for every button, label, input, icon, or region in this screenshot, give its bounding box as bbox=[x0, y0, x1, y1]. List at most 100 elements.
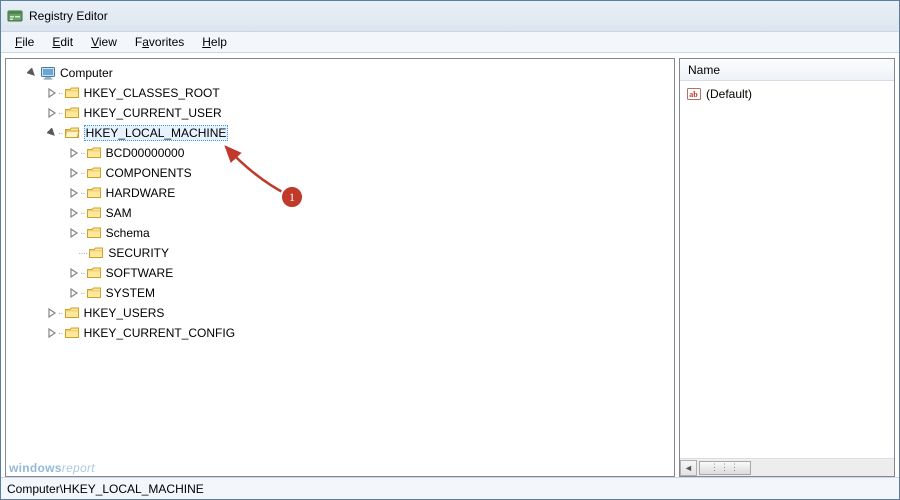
tree-label-schema: Schema bbox=[106, 226, 150, 240]
menu-edit-rest: dit bbox=[60, 35, 73, 49]
expander-collapsed-icon[interactable] bbox=[68, 167, 80, 179]
tree-label-sam: SAM bbox=[106, 206, 132, 220]
computer-icon bbox=[40, 65, 56, 81]
scroll-track[interactable]: ⋮⋮⋮ bbox=[697, 460, 894, 476]
tree-node-security[interactable]: ···· SECURITY bbox=[6, 243, 674, 263]
folder-icon bbox=[64, 305, 80, 321]
folder-icon bbox=[64, 325, 80, 341]
menubar: File Edit View Favorites Help bbox=[1, 31, 899, 53]
tree-label-hkcu: HKEY_CURRENT_USER bbox=[84, 106, 222, 120]
tree-node-system[interactable]: ·· SYSTEM bbox=[6, 283, 674, 303]
menu-view-rest: iew bbox=[99, 35, 117, 49]
menu-file[interactable]: File bbox=[7, 33, 42, 51]
tree-connector: ·· bbox=[80, 148, 85, 159]
menu-help-rest: elp bbox=[211, 35, 227, 49]
scroll-left-icon[interactable]: ◄ bbox=[680, 460, 697, 476]
folder-open-icon bbox=[64, 125, 80, 141]
expander-collapsed-icon[interactable] bbox=[68, 267, 80, 279]
tree-connector: ·· bbox=[80, 188, 85, 199]
tree-node-hkcc[interactable]: ·· HKEY_CURRENT_CONFIG bbox=[6, 323, 674, 343]
status-path: Computer\HKEY_LOCAL_MACHINE bbox=[7, 482, 204, 496]
expander-expanded-icon[interactable] bbox=[46, 127, 58, 139]
expander-expanded-icon[interactable] bbox=[26, 67, 38, 79]
tree-label-system: SYSTEM bbox=[106, 286, 155, 300]
tree-connector: ·· bbox=[58, 108, 63, 119]
folder-icon bbox=[86, 285, 102, 301]
values-header-name[interactable]: Name bbox=[680, 59, 894, 81]
folder-icon bbox=[86, 225, 102, 241]
tree-node-bcd[interactable]: ·· BCD00000000 bbox=[6, 143, 674, 163]
value-row-default[interactable]: ab (Default) bbox=[684, 85, 890, 103]
menu-favorites[interactable]: Favorites bbox=[127, 33, 192, 51]
tree-connector: ·· bbox=[80, 168, 85, 179]
regedit-icon bbox=[7, 8, 23, 24]
tree-node-components[interactable]: ·· COMPONENTS bbox=[6, 163, 674, 183]
tree-connector: ·· bbox=[80, 288, 85, 299]
registry-tree: Computer ·· HKEY_CLASSES_ROOT bbox=[6, 63, 674, 343]
tree-node-hklm[interactable]: ·· HKEY_LOCAL_MACHINE bbox=[6, 123, 674, 143]
expander-collapsed-icon[interactable] bbox=[46, 87, 58, 99]
tree-label-hku: HKEY_USERS bbox=[84, 306, 165, 320]
folder-icon bbox=[64, 105, 80, 121]
menu-file-rest: ile bbox=[22, 35, 34, 49]
expander-collapsed-icon[interactable] bbox=[46, 327, 58, 339]
tree-label-computer: Computer bbox=[60, 66, 113, 80]
window-title: Registry Editor bbox=[29, 9, 108, 23]
expander-collapsed-icon[interactable] bbox=[68, 207, 80, 219]
values-body[interactable]: ab (Default) bbox=[680, 81, 894, 458]
svg-text:ab: ab bbox=[689, 90, 698, 99]
menu-help[interactable]: Help bbox=[194, 33, 235, 51]
tree-node-hkcr[interactable]: ·· HKEY_CLASSES_ROOT bbox=[6, 83, 674, 103]
tree-connector: ···· bbox=[78, 248, 87, 259]
menu-edit[interactable]: Edit bbox=[44, 33, 81, 51]
tree-connector: ·· bbox=[58, 88, 63, 99]
folder-icon bbox=[86, 165, 102, 181]
tree-connector: ·· bbox=[58, 128, 63, 139]
folder-icon bbox=[86, 185, 102, 201]
tree-label-hklm: HKEY_LOCAL_MACHINE bbox=[84, 125, 229, 141]
folder-icon bbox=[86, 265, 102, 281]
expander-collapsed-icon[interactable] bbox=[68, 187, 80, 199]
values-header-name-label: Name bbox=[688, 63, 720, 77]
titlebar: Registry Editor bbox=[1, 1, 899, 31]
content-area: Computer ·· HKEY_CLASSES_ROOT bbox=[1, 53, 899, 477]
folder-icon bbox=[86, 145, 102, 161]
folder-icon bbox=[86, 205, 102, 221]
tree-label-security: SECURITY bbox=[108, 246, 169, 260]
tree-pane[interactable]: Computer ·· HKEY_CLASSES_ROOT bbox=[5, 58, 675, 477]
tree-connector: ·· bbox=[58, 308, 63, 319]
tree-node-software[interactable]: ·· SOFTWARE bbox=[6, 263, 674, 283]
tree-node-schema[interactable]: ·· Schema bbox=[6, 223, 674, 243]
tree-node-sam[interactable]: ·· SAM bbox=[6, 203, 674, 223]
tree-connector: ·· bbox=[80, 228, 85, 239]
horizontal-scrollbar[interactable]: ◄ ⋮⋮⋮ bbox=[680, 458, 894, 476]
reg-string-icon: ab bbox=[686, 86, 702, 102]
tree-label-components: COMPONENTS bbox=[106, 166, 192, 180]
tree-label-hardware: HARDWARE bbox=[106, 186, 176, 200]
tree-label-bcd: BCD00000000 bbox=[106, 146, 185, 160]
value-name-default: (Default) bbox=[706, 87, 752, 101]
menu-view[interactable]: View bbox=[83, 33, 125, 51]
expander-collapsed-icon[interactable] bbox=[46, 307, 58, 319]
tree-label-hkcr: HKEY_CLASSES_ROOT bbox=[84, 86, 220, 100]
tree-node-hardware[interactable]: ·· HARDWARE bbox=[6, 183, 674, 203]
tree-connector: ·· bbox=[80, 208, 85, 219]
expander-collapsed-icon[interactable] bbox=[68, 147, 80, 159]
tree-label-hkcc: HKEY_CURRENT_CONFIG bbox=[84, 326, 235, 340]
menu-fav-rest: vorites bbox=[149, 35, 184, 49]
folder-icon bbox=[64, 85, 80, 101]
tree-node-hku[interactable]: ·· HKEY_USERS bbox=[6, 303, 674, 323]
tree-label-software: SOFTWARE bbox=[106, 266, 174, 280]
statusbar: Computer\HKEY_LOCAL_MACHINE bbox=[1, 477, 899, 499]
tree-connector: ·· bbox=[58, 328, 63, 339]
values-pane: Name ab (Default) ◄ ⋮⋮⋮ bbox=[679, 58, 895, 477]
tree-connector: ·· bbox=[80, 268, 85, 279]
expander-collapsed-icon[interactable] bbox=[46, 107, 58, 119]
folder-icon bbox=[88, 245, 104, 261]
expander-collapsed-icon[interactable] bbox=[68, 287, 80, 299]
scroll-thumb[interactable]: ⋮⋮⋮ bbox=[699, 461, 751, 475]
tree-node-computer[interactable]: Computer bbox=[6, 63, 674, 83]
tree-node-hkcu[interactable]: ·· HKEY_CURRENT_USER bbox=[6, 103, 674, 123]
expander-collapsed-icon[interactable] bbox=[68, 227, 80, 239]
registry-editor-window: Registry Editor File Edit View Favorites… bbox=[0, 0, 900, 500]
